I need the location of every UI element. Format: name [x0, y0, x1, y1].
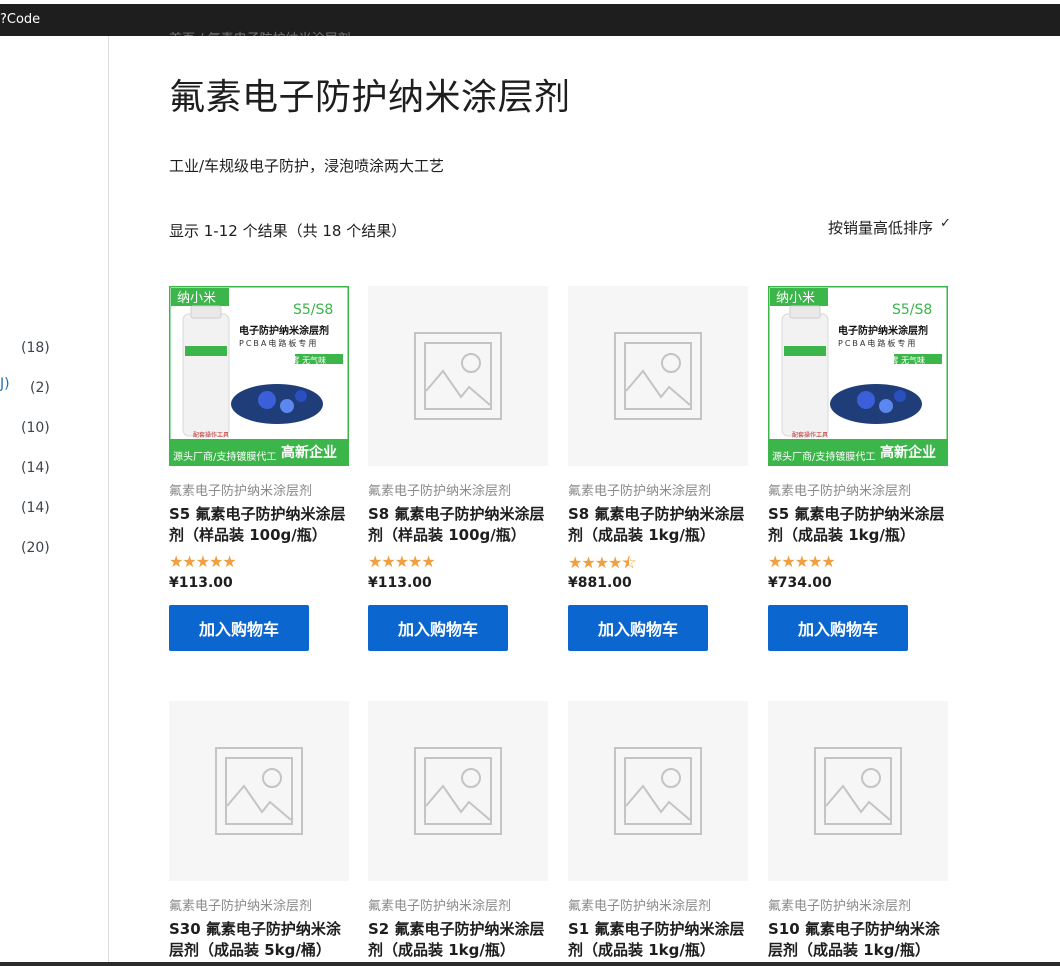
category-sidebar: J) (18) (2) (10) (14) (14) (20): [0, 36, 109, 966]
result-count: 显示 1-12 个结果（共 18 个结果）: [169, 222, 407, 240]
product-thumbnail[interactable]: [568, 286, 748, 466]
window-title-bar: ?Code: [0, 4, 1060, 36]
product-card: 氟素电子防护纳米涂层剂 S8 氟素电子防护纳米涂层剂（样品装 100g/瓶） ★★★…: [368, 286, 548, 651]
image-placeholder-icon: [414, 332, 502, 420]
product-image[interactable]: 纳小米 S5/S8 电子防护纳米涂层剂 PCBA电路板专用 耐湿热 耐盐雾 无气味 配套操…: [169, 286, 349, 466]
image-placeholder-icon: [614, 747, 702, 835]
product-card: 纳小米 S5/S8 电子防护纳米涂层剂 PCBA电路板专用 耐湿热 耐盐雾 无气味 配套操…: [768, 286, 948, 651]
image-placeholder-icon: [814, 747, 902, 835]
add-to-cart-button[interactable]: 加入购物车: [169, 605, 309, 651]
product-thumbnail[interactable]: [169, 701, 349, 881]
product-name[interactable]: S8 氟素电子防护纳米涂层剂（样品装 100g/瓶）: [368, 504, 548, 546]
sidebar-count-6[interactable]: (20): [21, 540, 50, 556]
sidebar-count-2[interactable]: (2): [30, 380, 50, 396]
product-name[interactable]: S8 氟素电子防护纳米涂层剂（成品装 1kg/瓶）: [568, 504, 748, 546]
product-name[interactable]: S2 氟素电子防护纳米涂层剂（成品装 1kg/瓶）: [368, 919, 548, 961]
product-thumbnail[interactable]: [768, 701, 948, 881]
product-card: 氟素电子防护纳米涂层剂 S2 氟素电子防护纳米涂层剂（成品装 1kg/瓶）: [368, 701, 548, 961]
product-thumbnail[interactable]: [368, 701, 548, 881]
product-category[interactable]: 氟素电子防护纳米涂层剂: [768, 480, 948, 499]
product-name[interactable]: S30 氟素电子防护纳米涂层剂（成品装 5kg/桶）: [169, 919, 349, 961]
star-rating-icon: ★★★★★: [368, 552, 436, 571]
add-to-cart-button[interactable]: 加入购物车: [368, 605, 508, 651]
sidebar-count-3[interactable]: (10): [21, 420, 50, 436]
product-card: 纳小米 S5/S8 电子防护纳米涂层剂 PCBA电路板专用 耐湿热 耐盐雾 无气味 配套操…: [169, 286, 349, 651]
chevron-down-icon: ✓: [940, 216, 951, 231]
product-name[interactable]: S5 氟素电子防护纳米涂层剂（样品装 100g/瓶）: [169, 504, 349, 546]
star-rating-icon: ★★★★★: [768, 552, 836, 571]
sidebar-count-1[interactable]: (18): [21, 340, 50, 356]
product-thumbnail[interactable]: 纳小米 S5/S8 电子防护纳米涂层剂 PCBA电路板专用 耐湿热 耐盐雾 无气味 配套操…: [169, 286, 349, 466]
add-to-cart-button[interactable]: 加入购物车: [768, 605, 908, 651]
product-category[interactable]: 氟素电子防护纳米涂层剂: [368, 480, 548, 499]
page-title: 氟素电子防护纳米涂层剂: [169, 77, 571, 118]
product-price: ¥113.00: [368, 575, 432, 591]
star-rating-icon: ★★★★⯪: [568, 553, 637, 572]
sort-label: 按销量高低排序: [828, 219, 934, 237]
product-price: ¥734.00: [768, 575, 832, 591]
product-category[interactable]: 氟素电子防护纳米涂层剂: [568, 895, 748, 914]
product-category[interactable]: 氟素电子防护纳米涂层剂: [169, 895, 349, 914]
product-name[interactable]: S10 氟素电子防护纳米涂层剂（成品装 1kg/瓶）: [768, 919, 948, 961]
product-price: ¥113.00: [169, 575, 233, 591]
sidebar-link-fragment[interactable]: J): [0, 376, 10, 392]
product-name[interactable]: S1 氟素电子防护纳米涂层剂（成品装 1kg/瓶）: [568, 919, 748, 961]
product-card: 氟素电子防护纳米涂层剂 S1 氟素电子防护纳米涂层剂（成品装 1kg/瓶）: [568, 701, 748, 961]
product-category[interactable]: 氟素电子防护纳米涂层剂: [368, 895, 548, 914]
product-image[interactable]: 纳小米 S5/S8 电子防护纳米涂层剂 PCBA电路板专用 耐湿热 耐盐雾 无气味 配套操…: [768, 286, 948, 466]
product-card: 氟素电子防护纳米涂层剂 S8 氟素电子防护纳米涂层剂（成品装 1kg/瓶） ★★★★…: [568, 286, 748, 651]
product-category[interactable]: 氟素电子防护纳米涂层剂: [169, 480, 349, 499]
star-rating-icon: ★★★★★: [169, 552, 237, 571]
image-placeholder-icon: [215, 747, 303, 835]
image-placeholder-icon: [414, 747, 502, 835]
product-name[interactable]: S5 氟素电子防护纳米涂层剂（成品装 1kg/瓶）: [768, 504, 948, 546]
sidebar-count-4[interactable]: (14): [21, 460, 50, 476]
product-thumbnail[interactable]: [568, 701, 748, 881]
sidebar-count-5[interactable]: (14): [21, 500, 50, 516]
product-thumbnail[interactable]: 纳小米 S5/S8 电子防护纳米涂层剂 PCBA电路板专用 耐湿热 耐盐雾 无气味 配套操…: [768, 286, 948, 466]
product-thumbnail[interactable]: [368, 286, 548, 466]
product-price: ¥881.00: [568, 575, 632, 591]
category-description: 工业/车规级电子防护，浸泡喷涂两大工艺: [169, 157, 445, 175]
product-category[interactable]: 氟素电子防护纳米涂层剂: [768, 895, 948, 914]
window-title: ?Code: [0, 12, 41, 27]
product-category[interactable]: 氟素电子防护纳米涂层剂: [568, 480, 748, 499]
image-placeholder-icon: [614, 332, 702, 420]
sort-select[interactable]: 按销量高低排序 ✓: [828, 216, 951, 238]
add-to-cart-button[interactable]: 加入购物车: [568, 605, 708, 651]
product-card: 氟素电子防护纳米涂层剂 S30 氟素电子防护纳米涂层剂（成品装 5kg/桶）: [169, 701, 349, 961]
product-card: 氟素电子防护纳米涂层剂 S10 氟素电子防护纳米涂层剂（成品装 1kg/瓶）: [768, 701, 948, 961]
